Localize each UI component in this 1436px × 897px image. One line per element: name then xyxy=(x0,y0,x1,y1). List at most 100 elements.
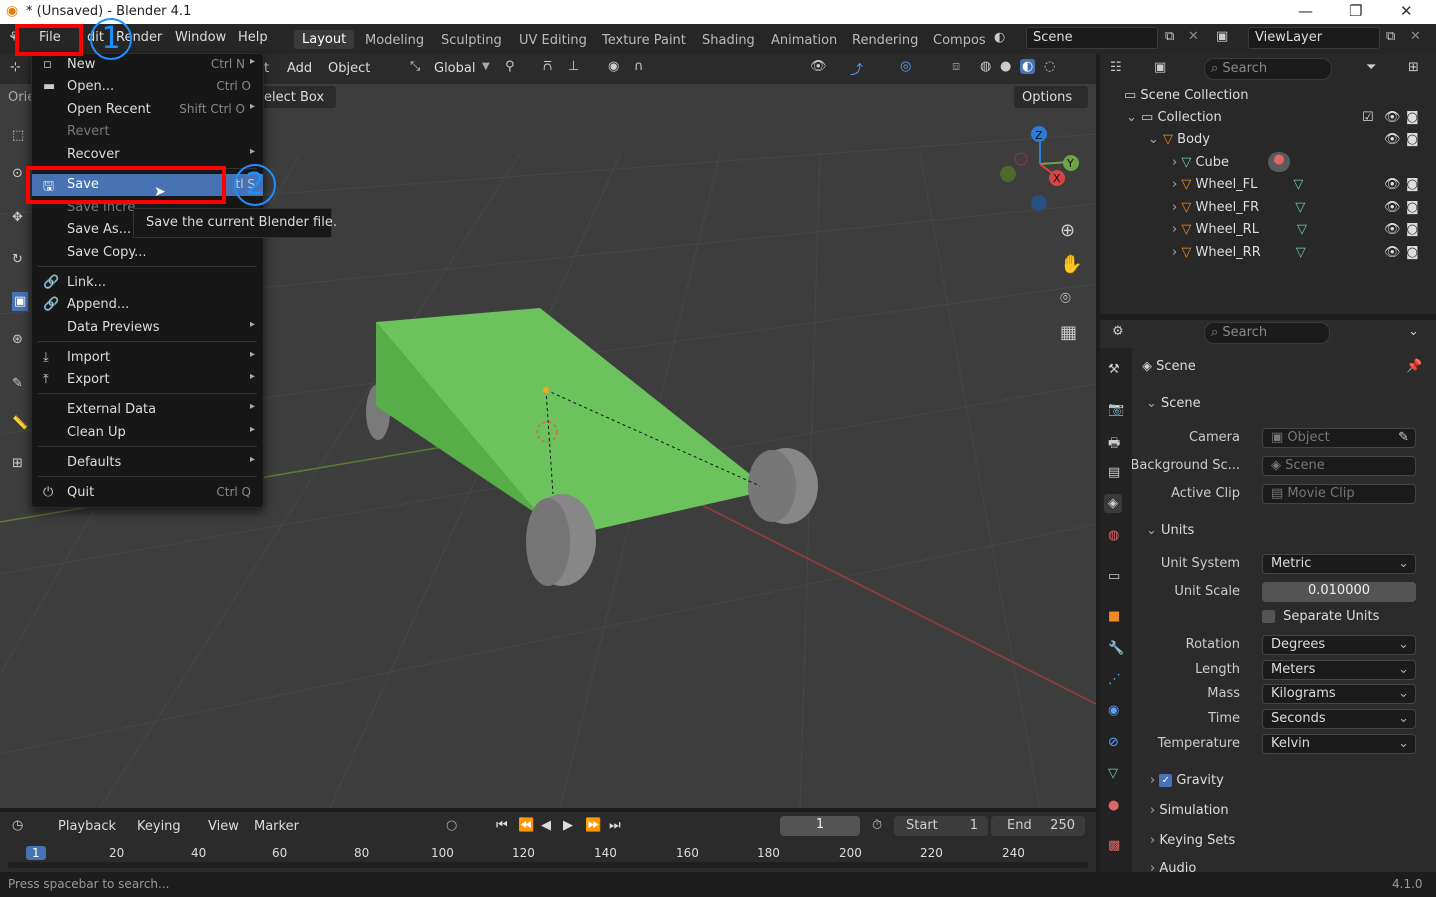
menu-item-import[interactable]: ⤓ Import ▸ xyxy=(32,347,263,369)
view-layer-tab-icon[interactable]: ▤ xyxy=(1108,465,1120,480)
tab-rendering[interactable]: Rendering xyxy=(852,33,918,48)
output-tab-icon[interactable]: 🖶 xyxy=(1108,434,1120,456)
tab-animation[interactable]: Animation xyxy=(771,33,837,48)
eye-icon[interactable]: 👁 xyxy=(1384,110,1401,125)
menu-item-link[interactable]: 🔗 Link... xyxy=(32,272,263,294)
rotation-dropdown[interactable]: Degrees ⌄ xyxy=(1262,635,1416,655)
properties-search-input[interactable]: ⌕ Search xyxy=(1204,322,1330,344)
data-tab-icon[interactable]: ▽ xyxy=(1108,766,1118,781)
solid-shading-icon[interactable]: ● xyxy=(1000,59,1011,74)
outliner-item-wheel-rl[interactable]: › ▽ Wheel_RL ▽ xyxy=(1172,222,1307,237)
pin-icon[interactable]: 📌 xyxy=(1406,359,1422,374)
length-dropdown[interactable]: Meters ⌄ xyxy=(1262,660,1416,680)
close-icon[interactable]: ✕ xyxy=(1400,2,1413,20)
menu-item-external-data[interactable]: External Data ▸ xyxy=(32,399,263,421)
tab-compositing[interactable]: Compos xyxy=(933,33,986,48)
checkbox-checked-icon[interactable]: ✓ xyxy=(1159,774,1173,787)
prev-keyframe-icon[interactable]: ⏪ xyxy=(518,818,534,833)
menu-item-data-previews[interactable]: Data Previews ▸ xyxy=(32,317,263,339)
unit-system-dropdown[interactable]: Metric ⌄ xyxy=(1262,554,1416,574)
background-scene-field[interactable]: ◈ Scene xyxy=(1262,456,1416,476)
properties-editor-icon[interactable]: ⚙ xyxy=(1112,324,1124,339)
timeline-editor-icon[interactable]: ◷ xyxy=(12,818,23,833)
tab-shading[interactable]: Shading xyxy=(702,33,755,48)
timeline-scrollbar[interactable] xyxy=(8,862,1088,868)
view-menu[interactable]: View xyxy=(208,819,239,834)
add-cube-tool-icon[interactable]: ⊞ xyxy=(12,456,23,471)
window-menu[interactable]: Window xyxy=(175,30,226,45)
cursor-tool-icon[interactable]: ⊙ xyxy=(12,166,23,181)
render-tab-icon[interactable]: 📷 xyxy=(1108,402,1124,417)
display-mode-icon[interactable]: ▣ xyxy=(1154,60,1166,75)
tab-modeling[interactable]: Modeling xyxy=(365,33,424,48)
chevron-down-icon[interactable]: ⌄ xyxy=(1408,324,1419,339)
menu-item-open-recent[interactable]: Open Recent Shift Ctrl O ▸ xyxy=(32,99,263,121)
outliner-search-input[interactable]: ⌕ Search xyxy=(1204,58,1332,80)
delete-viewlayer-icon[interactable]: ✕ xyxy=(1410,29,1421,44)
filter-icon[interactable]: ⏷ xyxy=(1366,60,1376,75)
transform-tool-icon[interactable]: ⊛ xyxy=(12,332,23,347)
camera-view-icon[interactable]: ⌾ xyxy=(1060,288,1071,309)
new-collection-icon[interactable]: ⊞ xyxy=(1408,60,1419,75)
zoom-icon[interactable]: ⊕ xyxy=(1060,220,1075,241)
keying-menu[interactable]: Keying xyxy=(137,819,181,834)
snap-icon[interactable]: ⩃ xyxy=(543,59,552,74)
menu-item-quit[interactable]: ⏻ Quit Ctrl Q xyxy=(32,482,263,504)
jump-end-icon[interactable]: ⏭ xyxy=(609,818,621,833)
select-box-dropdown[interactable]: elect Box xyxy=(260,86,336,108)
editor-type-icon[interactable]: ⊹ xyxy=(10,60,21,75)
move-tool-icon[interactable]: ✥ xyxy=(12,210,23,225)
outliner-body[interactable]: ⌄ ▽ Body xyxy=(1148,132,1210,147)
menu-item-defaults[interactable]: Defaults ▸ xyxy=(32,452,263,474)
jump-start-icon[interactable]: ⏮ xyxy=(496,818,508,833)
modifier-tab-icon[interactable]: 🔧 xyxy=(1108,641,1124,656)
texture-tab-icon[interactable]: ▩ xyxy=(1108,838,1120,853)
new-viewlayer-icon[interactable]: ⧉ xyxy=(1386,29,1395,44)
maximize-icon[interactable]: ❐ xyxy=(1349,2,1362,20)
camera-icon[interactable]: ◙ xyxy=(1406,132,1419,147)
material-icon[interactable]: ● xyxy=(1268,152,1290,172)
playback-menu[interactable]: Playback xyxy=(58,819,116,834)
snap-target-icon[interactable]: ⊥ xyxy=(568,59,579,74)
annotate-tool-icon[interactable]: ✎ xyxy=(12,376,23,391)
tool-tab-icon[interactable]: ⚒ xyxy=(1108,362,1120,377)
camera-icon[interactable]: ◙ xyxy=(1406,177,1419,192)
unit-scale-field[interactable]: 0.010000 xyxy=(1262,582,1416,602)
menu-item-recover[interactable]: Recover ▸ xyxy=(32,144,263,166)
camera-icon[interactable]: ◙ xyxy=(1406,110,1419,125)
menu-item-clean-up[interactable]: Clean Up ▸ xyxy=(32,422,263,444)
outliner-scene-collection[interactable]: ▭ Scene Collection xyxy=(1124,88,1249,103)
outliner-collection[interactable]: ⌄ ▭ Collection xyxy=(1126,110,1222,125)
separate-units-checkbox[interactable]: Separate Units xyxy=(1262,609,1379,624)
mass-dropdown[interactable]: Kilograms ⌄ xyxy=(1262,684,1416,704)
pivot-point-icon[interactable]: ⚲ xyxy=(505,59,515,74)
outliner-editor-icon[interactable]: ☷ xyxy=(1110,60,1122,75)
units-panel-header[interactable]: ⌄ Units xyxy=(1146,523,1194,538)
camera-icon[interactable]: ◙ xyxy=(1406,200,1419,215)
scene-panel-header[interactable]: ⌄ Scene xyxy=(1146,396,1201,411)
new-scene-icon[interactable]: ⧉ xyxy=(1165,29,1174,44)
play-icon[interactable]: ▶ xyxy=(563,818,573,833)
material-tab-icon[interactable]: ● xyxy=(1108,798,1119,813)
eye-icon[interactable]: 👁 xyxy=(1384,245,1401,260)
options-dropdown[interactable]: Options xyxy=(1014,86,1088,108)
camera-field[interactable]: ▣ Object ✎ xyxy=(1262,428,1416,448)
select-tool-icon[interactable]: ⬚ xyxy=(12,128,24,143)
menu-item-open[interactable]: ▬ Open... Ctrl O xyxy=(32,76,263,98)
material-shading-icon[interactable]: ◐ xyxy=(1020,59,1036,74)
menu-item-export[interactable]: ⤒ Export ▸ xyxy=(32,369,263,391)
viewlayer-icon[interactable]: ▣ xyxy=(1216,29,1228,44)
audio-panel-header[interactable]: › Audio xyxy=(1150,861,1196,872)
camera-icon[interactable]: ◙ xyxy=(1406,222,1419,237)
end-frame-field[interactable]: End 250 xyxy=(991,816,1085,836)
scene-tab-icon[interactable]: ◈ xyxy=(1104,494,1122,513)
tab-uv-editing[interactable]: UV Editing xyxy=(519,33,587,48)
viewlayer-selector[interactable]: ViewLayer xyxy=(1248,27,1380,49)
visibility-icon[interactable]: 👁 xyxy=(810,59,827,74)
constraints-tab-icon[interactable]: ⊘ xyxy=(1108,735,1119,750)
world-tab-icon[interactable]: ◍ xyxy=(1108,528,1119,543)
eyedropper-icon[interactable]: ✎ xyxy=(1398,430,1409,445)
object-menu[interactable]: Object xyxy=(328,61,370,76)
scene-selector[interactable]: Scene xyxy=(1026,27,1158,49)
eye-icon[interactable]: 👁 xyxy=(1384,177,1401,192)
